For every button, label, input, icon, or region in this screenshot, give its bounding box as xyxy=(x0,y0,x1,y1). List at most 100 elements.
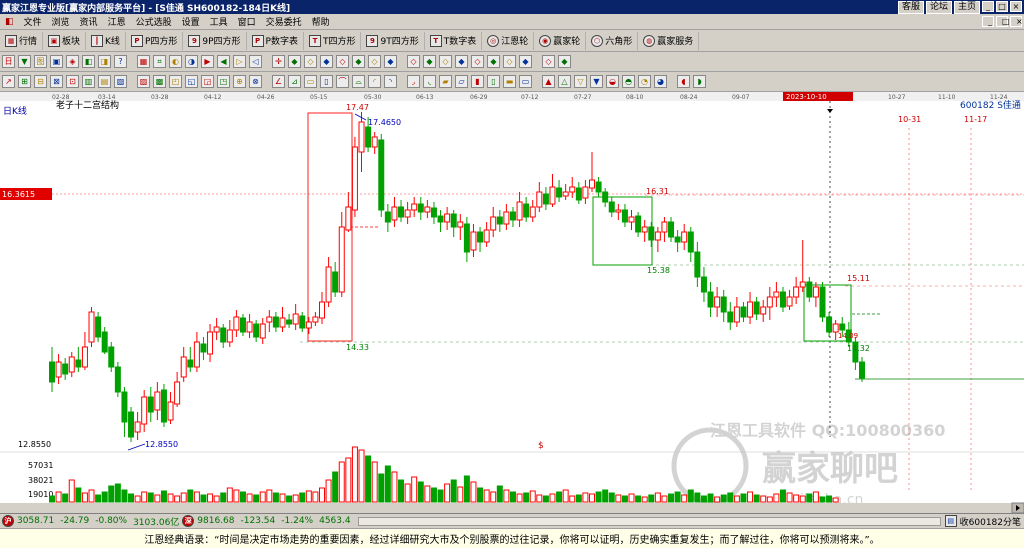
draw-row3-tool-11[interactable]: ◱ xyxy=(185,75,198,88)
draw-row2-tool-1[interactable]: ▼ xyxy=(18,55,31,68)
draw-row2-tool-0[interactable]: 日 xyxy=(2,55,15,68)
draw-row2-tool-26[interactable]: ◇ xyxy=(439,55,452,68)
draw-row2-tool-4[interactable]: ◈ xyxy=(66,55,79,68)
menu-file[interactable]: 文件 xyxy=(19,15,47,28)
draw-row3-tool-35[interactable]: ▼ xyxy=(590,75,603,88)
draw-row3-tool-14[interactable]: ⊕ xyxy=(233,75,246,88)
app-menu-icon[interactable]: ◧ xyxy=(0,17,19,27)
toolbar-9p-square[interactable]: 9 9P四方形 xyxy=(183,31,247,50)
draw-row3-tool-5[interactable]: ▥ xyxy=(82,75,95,88)
draw-row3-tool-13[interactable]: ◳ xyxy=(217,75,230,88)
sh-index[interactable]: 3058.71 xyxy=(14,516,57,526)
menu-gann[interactable]: 江恩 xyxy=(103,15,131,28)
draw-row3-tool-36[interactable]: ◒ xyxy=(606,75,619,88)
forum-link[interactable]: 论坛 xyxy=(925,0,952,14)
draw-row2-tool-17[interactable]: ◆ xyxy=(288,55,301,68)
draw-row3-tool-41[interactable]: ◗ xyxy=(693,75,706,88)
homepage-link[interactable]: 主页 xyxy=(953,0,980,14)
toolbar-quotes[interactable]: ▦ 行情 xyxy=(0,31,44,50)
draw-row3-tool-16[interactable]: ∠ xyxy=(272,75,285,88)
toolbar-gann-wheel[interactable]: ◎ 江恩轮 xyxy=(482,31,535,50)
draw-row2-tool-6[interactable]: ◨ xyxy=(98,55,111,68)
draw-row3-tool-34[interactable]: ▽ xyxy=(574,75,587,88)
draw-row3-tool-24[interactable]: ◞ xyxy=(407,75,420,88)
toolbar-kline[interactable]: ┃ K线 xyxy=(86,31,126,50)
toolbar-p-square[interactable]: P P四方形 xyxy=(126,31,184,50)
menu-info[interactable]: 资讯 xyxy=(75,15,103,28)
maximize-button[interactable]: □ xyxy=(996,0,1008,12)
toolbar-9t-square[interactable]: 9 9T四方形 xyxy=(361,31,425,50)
draw-row3-tool-38[interactable]: ◔ xyxy=(638,75,651,88)
draw-row3-tool-6[interactable]: ▤ xyxy=(98,75,111,88)
draw-row2-tool-16[interactable]: ✛ xyxy=(272,55,285,68)
menu-formula[interactable]: 公式选股 xyxy=(131,15,177,28)
draw-row2-tool-11[interactable]: ◑ xyxy=(185,55,198,68)
draw-row3-tool-28[interactable]: ▮ xyxy=(471,75,484,88)
menu-trade[interactable]: 交易委托 xyxy=(261,15,307,28)
draw-row2-tool-28[interactable]: ◇ xyxy=(471,55,484,68)
draw-row2-tool-29[interactable]: ◆ xyxy=(487,55,500,68)
draw-row3-tool-8[interactable]: ▨ xyxy=(137,75,150,88)
kline-svg[interactable]: 02-28 03-14 03-28 04-12 04-26 05-15 05-30 06-13… xyxy=(0,92,1024,514)
draw-row3-tool-22[interactable]: ◜ xyxy=(368,75,381,88)
child-close-button[interactable]: × xyxy=(1010,16,1023,27)
draw-row3-tool-19[interactable]: ▯ xyxy=(320,75,333,88)
draw-row2-tool-7[interactable]: ? xyxy=(114,55,127,68)
draw-row2-tool-25[interactable]: ◆ xyxy=(423,55,436,68)
draw-row2-tool-22[interactable]: ◇ xyxy=(368,55,381,68)
draw-row2-tool-27[interactable]: ◆ xyxy=(455,55,468,68)
menu-settings[interactable]: 设置 xyxy=(177,15,205,28)
service-link[interactable]: 客服 xyxy=(897,0,924,14)
draw-row3-tool-37[interactable]: ◓ xyxy=(622,75,635,88)
draw-row2-tool-30[interactable]: ◇ xyxy=(503,55,516,68)
draw-row3-tool-40[interactable]: ◖ xyxy=(677,75,690,88)
status-scroll-track[interactable] xyxy=(357,516,941,526)
draw-row2-tool-12[interactable]: ▶ xyxy=(201,55,214,68)
draw-row2-tool-33[interactable]: ◆ xyxy=(558,55,571,68)
draw-row3-tool-32[interactable]: ▲ xyxy=(542,75,555,88)
menu-help[interactable]: 帮助 xyxy=(307,15,335,28)
draw-row2-tool-10[interactable]: ◐ xyxy=(169,55,182,68)
draw-row2-tool-20[interactable]: ◇ xyxy=(336,55,349,68)
draw-row3-tool-20[interactable]: ⌒ xyxy=(336,75,349,88)
draw-row2-tool-15[interactable]: ◁ xyxy=(249,55,262,68)
toolbar-winner-wheel[interactable]: ◉ 赢家轮 xyxy=(534,31,587,50)
draw-row2-tool-31[interactable]: ◆ xyxy=(519,55,532,68)
draw-row3-tool-0[interactable]: ↗ xyxy=(2,75,15,88)
draw-row3-tool-18[interactable]: ▭ xyxy=(304,75,317,88)
draw-row3-tool-33[interactable]: △ xyxy=(558,75,571,88)
toolbar-p-table[interactable]: P P数字表 xyxy=(247,31,304,50)
draw-row3-tool-26[interactable]: ▰ xyxy=(439,75,452,88)
draw-row2-tool-3[interactable]: ▣ xyxy=(50,55,63,68)
draw-row3-tool-7[interactable]: ▧ xyxy=(114,75,127,88)
toolbar-blocks[interactable]: ▣ 板块 xyxy=(43,31,87,50)
draw-row2-tool-9[interactable]: ⌗ xyxy=(153,55,166,68)
draw-row3-tool-15[interactable]: ⊗ xyxy=(249,75,262,88)
draw-row2-tool-32[interactable]: ◇ xyxy=(542,55,555,68)
toolbar-t-table[interactable]: T T数字表 xyxy=(425,31,483,50)
draw-row3-tool-3[interactable]: ⊠ xyxy=(50,75,63,88)
draw-row3-tool-30[interactable]: ▬ xyxy=(503,75,516,88)
draw-row2-tool-19[interactable]: ◆ xyxy=(320,55,333,68)
draw-row3-tool-1[interactable]: ⊞ xyxy=(18,75,31,88)
draw-row2-tool-18[interactable]: ◇ xyxy=(304,55,317,68)
draw-row3-tool-27[interactable]: ▱ xyxy=(455,75,468,88)
menu-tools[interactable]: 工具 xyxy=(205,15,233,28)
draw-row3-tool-10[interactable]: ◰ xyxy=(169,75,182,88)
draw-row3-tool-31[interactable]: ▭ xyxy=(519,75,532,88)
draw-row3-tool-21[interactable]: ⌓ xyxy=(352,75,365,88)
draw-row3-tool-23[interactable]: ◝ xyxy=(384,75,397,88)
tick-detail-link[interactable]: 收600182分笔 xyxy=(957,515,1024,528)
close-button[interactable]: × xyxy=(1010,0,1022,12)
draw-row3-tool-29[interactable]: ▯ xyxy=(487,75,500,88)
draw-row3-tool-12[interactable]: ◲ xyxy=(201,75,214,88)
draw-row2-tool-24[interactable]: ◇ xyxy=(407,55,420,68)
draw-row3-tool-2[interactable]: ⊟ xyxy=(34,75,47,88)
draw-row2-tool-13[interactable]: ◀ xyxy=(217,55,230,68)
toolbar-hexagon[interactable]: ⬡ 六角形 xyxy=(586,31,639,50)
draw-row2-tool-5[interactable]: ◧ xyxy=(82,55,95,68)
draw-row2-tool-21[interactable]: ◆ xyxy=(352,55,365,68)
draw-row3-tool-9[interactable]: ▩ xyxy=(153,75,166,88)
chart-scrollbar[interactable] xyxy=(0,503,1024,513)
menu-window[interactable]: 窗口 xyxy=(233,15,261,28)
